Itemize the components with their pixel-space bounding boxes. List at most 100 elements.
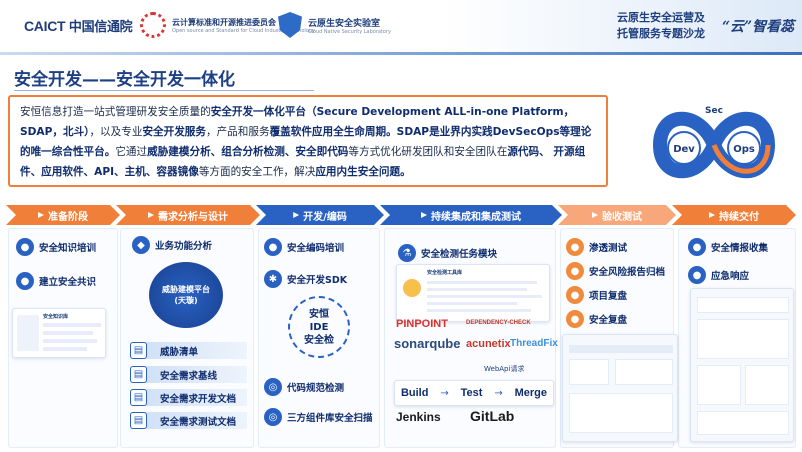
pentest-icon: ●: [566, 238, 584, 256]
accept-item-label: 安全复盘: [589, 315, 628, 326]
chart-icon: [403, 279, 421, 297]
desc-text: 等方面的安全工作，解决: [198, 166, 316, 178]
org3-logo: 云原生安全实验室 Cloud Native Security Laborator…: [278, 12, 391, 38]
dev-item-label: 安全编码培训: [287, 243, 345, 254]
design-top-item: ◆ 业务功能分析: [132, 236, 212, 254]
stage-accept: 验收测试: [558, 205, 676, 225]
deliver-item: ● 应急响应: [688, 266, 749, 284]
devops-dev-label: Dev: [673, 144, 695, 155]
dashboard-thumbnail: [562, 334, 678, 442]
stage-label: 持续集成和集成测试: [431, 211, 521, 223]
dev-item: ◎ 三方组件库安全扫描: [264, 408, 373, 426]
deliver-item: ● 安全情报收集: [688, 238, 768, 256]
accept-item-label: 安全风险报告归档: [589, 267, 666, 278]
list-line: [427, 288, 527, 291]
org3-name: 云原生安全实验室: [308, 18, 381, 29]
brand-mark: “云”智看蕊: [722, 19, 795, 35]
dev-item-label: 安全开发SDK: [287, 275, 348, 286]
list-line: [43, 331, 93, 335]
accept-item: ● 安全风险报告归档: [566, 262, 665, 280]
beaker-icon: ⚗: [398, 244, 416, 262]
arrow-icon: [421, 212, 427, 218]
page-title: 安全开发——安全开发一体化: [14, 70, 235, 90]
ide-security-check: 安恒 IDE 安全检: [288, 296, 350, 358]
list-line: [427, 302, 517, 305]
sdk-gear-icon: ✱: [264, 270, 282, 288]
list-line: [427, 309, 531, 312]
training-icon: ●: [264, 238, 282, 256]
flow-build: Build: [400, 387, 429, 399]
threat-modeling-platform: 威胁建模平台 (天璇): [149, 262, 223, 328]
list-line: [43, 323, 101, 327]
dashboard-stats: [697, 297, 789, 313]
design-item-label: 安全需求开发文档: [160, 393, 237, 405]
stage-label: 需求分析与设计: [158, 211, 228, 223]
caict-logo: CAICT 中国信通院: [24, 16, 133, 35]
dashboard-chart: [697, 319, 789, 359]
dev-item: ● 安全编码培训: [264, 238, 344, 256]
header-divider: [0, 52, 802, 55]
dashboard-chart: [697, 365, 741, 405]
person-icon: ●: [16, 238, 34, 256]
accept-item: ● 项目复盘: [566, 286, 627, 304]
stage-deliver: 持续交付: [672, 205, 796, 225]
list-line: [43, 339, 97, 343]
sidebar-thumb: [17, 315, 39, 351]
accept-item-label: 渗透测试: [589, 243, 628, 254]
stage-label: 验收测试: [602, 211, 642, 223]
ci-module-label: 安全检测任务模块: [421, 249, 498, 260]
design-top-label: 业务功能分析: [155, 241, 213, 252]
document-icon: ▤: [130, 366, 147, 383]
stage-prep: 准备阶段: [6, 205, 120, 225]
desc-bold: 应用内生安全问题。: [315, 166, 411, 178]
arrow-icon: [38, 212, 44, 218]
arrow-icon: [293, 212, 299, 218]
dashboard-chart: [745, 365, 789, 405]
document-icon: ▤: [130, 342, 147, 359]
event-title: 云原生安全运营及 托管服务专题沙龙: [617, 10, 705, 42]
desc-text: ，以及专业: [89, 126, 143, 138]
prep-item: ● 安全知识培训: [16, 238, 96, 256]
group-icon: ●: [16, 272, 34, 290]
design-item-label: 安全需求测试文档: [160, 416, 237, 428]
shield-icon: [278, 12, 302, 38]
flow-merge: Merge: [514, 387, 547, 399]
accept-item: ● 渗透测试: [566, 238, 627, 256]
accept-item: ● 安全复盘: [566, 310, 627, 328]
event-title-line1: 云原生安全运营及: [617, 11, 705, 24]
stage-design: 需求分析与设计: [116, 205, 260, 225]
threadfix-logo: ThreadFix: [510, 338, 558, 349]
desc-bold: 安全开发服务: [142, 126, 206, 138]
stage-label: 开发/编码: [303, 211, 347, 223]
pipeline-flow: Build → Test → Merge: [394, 380, 554, 406]
caict-logo-text: CAICT: [24, 18, 66, 34]
design-item-label: 威胁清单: [160, 346, 199, 358]
design-list-item: ▤ 安全需求开发文档: [130, 389, 247, 406]
dashboard-thumbnail: [690, 288, 794, 442]
event-title-line2: 托管服务专题沙龙: [617, 27, 705, 40]
webapi-label: WebApi请求: [484, 365, 525, 373]
stage-label: 准备阶段: [48, 211, 88, 223]
design-list-item: ▤ 威胁清单: [130, 342, 247, 359]
title-underline: [14, 90, 314, 91]
dependency-check-logo: DEPENDENCY-CHECK: [466, 320, 531, 326]
dashboard-table: [569, 393, 673, 433]
desc-text: 等方式优化研发团队和安全团队在: [348, 146, 508, 158]
analysis-icon: ◆: [132, 236, 150, 254]
dashboard-chart: [569, 359, 609, 385]
slide: CAICT 中国信通院 云计算标准和开源推进委员会 Open source an…: [0, 0, 802, 452]
list-line: [427, 281, 537, 284]
list-line: [427, 295, 542, 298]
caict-logo-cn: 中国信通院: [68, 19, 133, 34]
dashboard-table: [697, 411, 789, 435]
document-icon: ▤: [130, 389, 147, 406]
desc-text: 它通过: [115, 146, 148, 158]
org3-sub: Cloud Native Security Laboratory: [308, 28, 392, 35]
prep-item: ● 建立安全共识: [16, 272, 96, 290]
dev-item-label: 代码规范检测: [287, 383, 345, 394]
prep-item-label: 安全知识培训: [39, 243, 97, 254]
design-list-item: ▤ 安全需求基线: [130, 366, 247, 383]
devsecops-infinity-icon: Dev Ops Sec: [652, 106, 776, 179]
tool-library-title: 安全检测工具库: [427, 270, 463, 276]
design-list-item: ▤ 安全需求测试文档: [130, 412, 247, 429]
